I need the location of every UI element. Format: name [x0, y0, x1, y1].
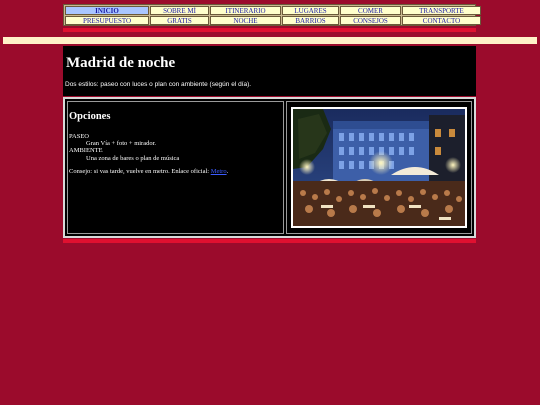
nav-link-lugares[interactable]: LUGARES [282, 6, 339, 15]
cream-divider-bar [3, 37, 537, 44]
top-divider-bar [63, 28, 476, 32]
top-nav: INICIO SOBRE MÍ ITINERARIO LUGARES COMER… [63, 4, 481, 26]
nav-link-gratis[interactable]: GRATIS [150, 16, 209, 25]
tip-end: . [226, 168, 229, 175]
plaza-night-illustration [293, 109, 465, 226]
nav-link-consejos[interactable]: CONSEJOS [340, 16, 401, 25]
content-table: Opciones PASEO Gran Vía + foto + mirador… [63, 97, 476, 238]
bottom-divider-bar [63, 239, 476, 243]
page-title: Madrid de noche [66, 55, 176, 71]
ambiente-text: Una zona de bares o plan de música [86, 155, 180, 162]
madrid-night-photo [291, 107, 467, 228]
nav-link-transporte[interactable]: TRANSPORTE [402, 6, 481, 15]
tip-paragraph: Consejo: si vas tarde, vuelve en metro. … [69, 168, 228, 175]
nav-link-sobre-mi[interactable]: SOBRE MÍ [150, 6, 209, 15]
nav-link-presupuesto[interactable]: PRESUPUESTO [65, 16, 149, 25]
nav-link-inicio[interactable]: INICIO [65, 6, 149, 15]
page-header: Madrid de noche Dos estilos: paseo con l… [63, 46, 476, 96]
photo-panel [286, 101, 472, 234]
nav-link-itinerario[interactable]: ITINERARIO [210, 6, 281, 15]
ambiente-label: AMBIENTE [69, 147, 103, 154]
tip-text: Consejo: si vas tarde, vuelve en metro. … [69, 168, 211, 175]
nav-link-barrios[interactable]: BARRIOS [282, 16, 339, 25]
options-heading: Opciones [69, 111, 111, 122]
nav-link-noche[interactable]: NOCHE [210, 16, 281, 25]
paseo-text: Gran Vía + foto + mirador. [86, 140, 157, 147]
paseo-label: PASEO [69, 133, 89, 140]
options-panel: Opciones PASEO Gran Vía + foto + mirador… [67, 101, 284, 234]
nav-link-comer[interactable]: COMER [340, 6, 401, 15]
page-subtitle: Dos estilos: paseo con luces o plan con … [65, 81, 252, 88]
metro-link[interactable]: Metro [211, 168, 227, 175]
nav-link-contacto[interactable]: CONTACTO [402, 16, 481, 25]
